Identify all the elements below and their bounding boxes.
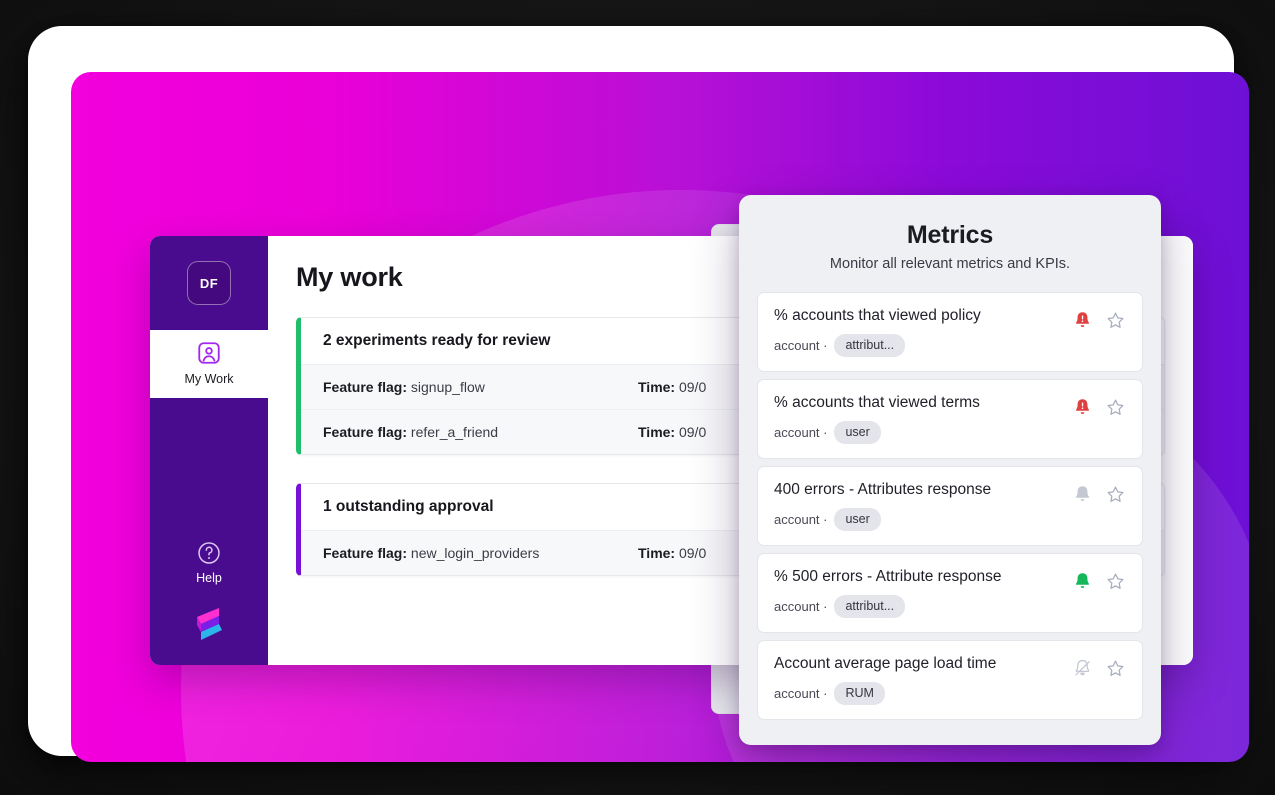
metric-icons: [1072, 393, 1126, 418]
sidebar-item-help[interactable]: Help: [150, 534, 268, 589]
metric-tag: attribut...: [834, 334, 906, 358]
metrics-panel-subtitle: Monitor all relevant metrics and KPIs.: [829, 256, 1071, 272]
metrics-panel-title: Metrics: [906, 221, 994, 249]
metric-icons: [1072, 306, 1126, 331]
metric-name: % 500 errors - Attribute response: [774, 568, 1002, 585]
metric-name: % accounts that viewed terms: [774, 394, 980, 411]
metric-card[interactable]: 400 errors - Attributes response account…: [757, 466, 1143, 546]
sidebar-item-label-my-work: My Work: [184, 372, 234, 386]
work-row-time-label: Time:: [638, 379, 676, 395]
metric-tag: RUM: [834, 682, 885, 706]
metric-icons: [1072, 567, 1126, 592]
work-row-time: Time: 09/0: [638, 424, 706, 440]
work-row-flag-label: Feature flag:: [323, 545, 408, 561]
work-row-flag-value: refer_a_friend: [410, 424, 499, 440]
work-row-flag: Feature flag: signup_flow: [323, 379, 578, 395]
avatar[interactable]: DF: [187, 261, 231, 305]
metric-text: 400 errors - Attributes response account…: [774, 480, 992, 532]
star-outline-icon[interactable]: [1105, 571, 1126, 592]
work-row-time-value: 09/0: [678, 545, 707, 561]
work-row-time: Time: 09/0: [638, 545, 706, 561]
metric-meta: account · user: [774, 421, 980, 445]
metric-text: Account average page load time account ·…: [774, 654, 997, 706]
work-row-time-label: Time:: [638, 545, 676, 561]
metric-text: % accounts that viewed policy account · …: [774, 306, 981, 358]
bell-alert-icon[interactable]: [1072, 310, 1093, 331]
metric-meta: account · attribut...: [774, 595, 1001, 619]
bell-alert-icon[interactable]: [1072, 397, 1093, 418]
user-icon: [196, 340, 222, 366]
bell-muted-icon[interactable]: [1072, 658, 1093, 679]
metric-owner: account ·: [774, 686, 828, 702]
work-row-time-value: 09/0: [678, 379, 707, 395]
metric-card[interactable]: % accounts that viewed terms account · u…: [757, 379, 1143, 459]
metric-name: % accounts that viewed policy: [774, 307, 981, 324]
metric-tag: user: [834, 421, 881, 445]
work-row-time: Time: 09/0: [638, 379, 706, 395]
sidebar-item-my-work[interactable]: My Work: [150, 330, 268, 398]
metric-owner: account ·: [774, 338, 828, 354]
metric-tag: attribut...: [834, 595, 906, 619]
metric-icons: [1072, 480, 1126, 505]
star-outline-icon[interactable]: [1105, 397, 1126, 418]
work-row-time-value: 09/0: [678, 424, 707, 440]
star-outline-icon[interactable]: [1105, 484, 1126, 505]
metric-icons: [1072, 654, 1126, 679]
work-row-flag-value: signup_flow: [410, 379, 485, 395]
work-row-flag: Feature flag: new_login_providers: [323, 545, 578, 561]
work-row-flag: Feature flag: refer_a_friend: [323, 424, 578, 440]
metric-name: 400 errors - Attributes response: [774, 481, 992, 498]
metric-tag: user: [834, 508, 881, 532]
metric-meta: account · attribut...: [774, 334, 981, 358]
sidebar-item-label-help: Help: [196, 571, 222, 585]
metric-text: % accounts that viewed terms account · u…: [774, 393, 980, 445]
metric-owner: account ·: [774, 425, 828, 441]
work-row-time-label: Time:: [638, 424, 676, 440]
bell-icon[interactable]: [1072, 484, 1093, 505]
avatar-container: DF: [150, 236, 268, 330]
question-circle-icon: [196, 540, 222, 566]
work-row-flag-label: Feature flag:: [323, 424, 408, 440]
metric-meta: account · RUM: [774, 682, 996, 706]
work-row-flag-value: new_login_providers: [410, 545, 540, 561]
metric-meta: account · user: [774, 508, 991, 532]
star-outline-icon[interactable]: [1105, 658, 1126, 679]
metric-owner: account ·: [774, 599, 828, 615]
work-row-flag-label: Feature flag:: [323, 379, 408, 395]
device-screen: DF My Work Help My work 2 experiments re…: [71, 72, 1249, 762]
screenshot-scene: DF My Work Help My work 2 experiments re…: [0, 0, 1275, 795]
metric-card[interactable]: % accounts that viewed policy account · …: [757, 292, 1143, 372]
metric-text: % 500 errors - Attribute response accoun…: [774, 567, 1002, 619]
bell-active-icon[interactable]: [1072, 571, 1093, 592]
metric-owner: account ·: [774, 512, 828, 528]
metric-card[interactable]: % 500 errors - Attribute response accoun…: [757, 553, 1143, 633]
device-bezel: DF My Work Help My work 2 experiments re…: [28, 26, 1249, 762]
metric-name: Account average page load time: [774, 655, 997, 672]
metrics-panel: Metrics Monitor all relevant metrics and…: [739, 195, 1161, 745]
split-logo-icon[interactable]: [189, 603, 229, 643]
metric-card[interactable]: Account average page load time account ·…: [757, 640, 1143, 720]
sidebar: DF My Work Help: [150, 236, 268, 665]
star-outline-icon[interactable]: [1105, 310, 1126, 331]
